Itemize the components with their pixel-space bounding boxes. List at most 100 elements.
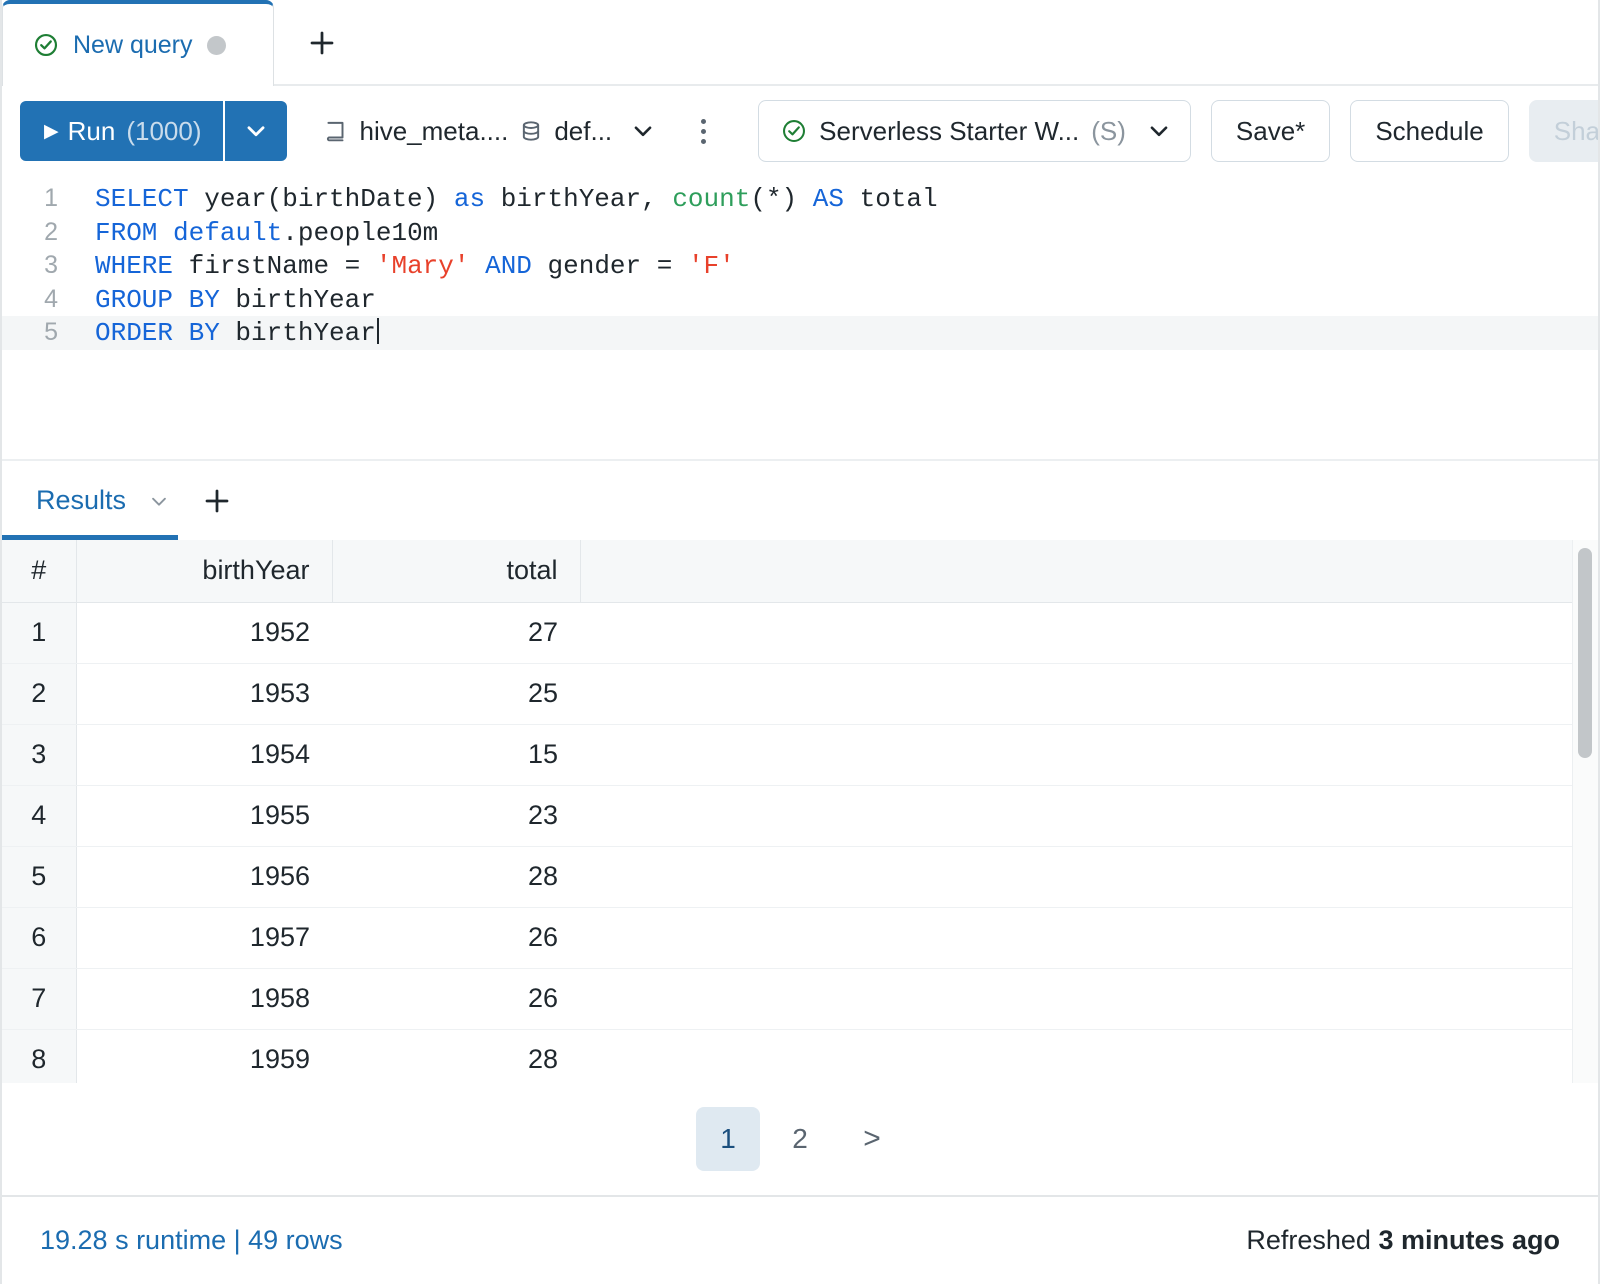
cell-total: 26 — [332, 968, 580, 1029]
cell-total: 28 — [332, 1029, 580, 1083]
catalog-name: hive_meta.... — [359, 116, 508, 147]
query-toolbar: ▶ Run (1000) hive_meta.... def... — [2, 86, 1598, 176]
code-text: SELECT year(birthDate) as birthYear, cou… — [62, 183, 938, 217]
chevron-down-icon — [630, 118, 656, 144]
table-row[interactable]: 5 1956 28 — [2, 846, 1574, 907]
unsaved-indicator-dot — [207, 36, 226, 55]
cell-birthyear: 1958 — [76, 968, 332, 1029]
sql-editor-window: New query ▶ Run (1000) — [0, 0, 1600, 1284]
table-header-row: # birthYear total — [2, 540, 1574, 602]
runtime-status[interactable]: 19.28 s runtime | 49 rows — [40, 1225, 343, 1256]
column-header-birthyear[interactable]: birthYear — [76, 540, 332, 602]
row-index: 2 — [2, 663, 76, 724]
catalog-schema-selector[interactable]: hive_meta.... def... — [301, 101, 670, 161]
cell-total: 27 — [332, 602, 580, 663]
query-tab-label: New query — [73, 31, 193, 60]
refreshed-value: 3 minutes ago — [1378, 1225, 1560, 1255]
row-index: 5 — [2, 846, 76, 907]
text-cursor — [377, 318, 379, 344]
cell-birthyear: 1953 — [76, 663, 332, 724]
cell-filler — [580, 785, 1574, 846]
run-button-group: ▶ Run (1000) — [20, 101, 287, 161]
column-header-total[interactable]: total — [332, 540, 580, 602]
table-row[interactable]: 2 1953 25 — [2, 663, 1574, 724]
column-header-index[interactable]: # — [2, 540, 76, 602]
cell-filler — [580, 1029, 1574, 1083]
results-pagination: 1 2 > — [2, 1083, 1598, 1195]
more-vertical-icon — [701, 119, 706, 144]
warehouse-size: (S) — [1091, 116, 1126, 147]
run-row-limit: (1000) — [126, 116, 201, 147]
table-row[interactable]: 1 1952 27 — [2, 602, 1574, 663]
table-row[interactable]: 3 1954 15 — [2, 724, 1574, 785]
cell-filler — [580, 846, 1574, 907]
line-number: 5 — [2, 316, 62, 350]
line-number: 2 — [2, 216, 62, 250]
cell-total: 28 — [332, 846, 580, 907]
warehouse-selector[interactable]: Serverless Starter W... (S) — [758, 100, 1191, 162]
column-header-filler — [580, 540, 1574, 602]
cell-filler — [580, 724, 1574, 785]
cell-birthyear: 1955 — [76, 785, 332, 846]
share-button: Share — [1529, 100, 1598, 162]
refreshed-status: Refreshed 3 minutes ago — [1246, 1225, 1560, 1256]
code-line: 2 FROM default.people10m — [2, 216, 1598, 250]
page-button-1[interactable]: 1 — [696, 1107, 760, 1171]
query-tab-bar: New query — [2, 0, 1598, 86]
code-line: 4 GROUP BY birthYear — [2, 283, 1598, 317]
refreshed-prefix: Refreshed — [1246, 1225, 1378, 1255]
query-tab-new-query[interactable]: New query — [2, 0, 274, 86]
run-button[interactable]: ▶ Run (1000) — [20, 101, 223, 161]
cell-birthyear: 1952 — [76, 602, 332, 663]
cell-total: 25 — [332, 663, 580, 724]
table-row[interactable]: 8 1959 28 — [2, 1029, 1574, 1083]
cell-filler — [580, 663, 1574, 724]
code-text: ORDER BY birthYear — [62, 317, 379, 351]
new-tab-button[interactable] — [274, 0, 370, 86]
table-row[interactable]: 4 1955 23 — [2, 785, 1574, 846]
line-number: 4 — [2, 283, 62, 317]
row-index: 7 — [2, 968, 76, 1029]
table-row[interactable]: 7 1958 26 — [2, 968, 1574, 1029]
results-table-head: # birthYear total — [2, 540, 1574, 602]
cell-birthyear: 1957 — [76, 907, 332, 968]
plus-icon — [202, 486, 232, 516]
page-button-2[interactable]: 2 — [768, 1107, 832, 1171]
next-page-button[interactable]: > — [840, 1107, 904, 1171]
schema-name: def... — [554, 116, 612, 147]
results-scrollbar-thumb[interactable] — [1578, 548, 1592, 758]
sql-code-editor[interactable]: 1 SELECT year(birthDate) as birthYear, c… — [2, 176, 1598, 459]
run-options-button[interactable] — [225, 101, 287, 161]
results-table: # birthYear total 1 1952 27 2 — [2, 540, 1574, 1083]
code-line: 3 WHERE firstName = 'Mary' AND gender = … — [2, 249, 1598, 283]
warehouse-name: Serverless Starter W... — [819, 116, 1079, 147]
table-row[interactable]: 6 1957 26 — [2, 907, 1574, 968]
save-button[interactable]: Save* — [1211, 100, 1330, 162]
results-grid-area: # birthYear total 1 1952 27 2 — [2, 540, 1598, 1083]
chevron-down-icon — [243, 118, 269, 144]
cell-filler — [580, 968, 1574, 1029]
schedule-button[interactable]: Schedule — [1350, 100, 1508, 162]
cell-filler — [580, 602, 1574, 663]
code-line: 1 SELECT year(birthDate) as birthYear, c… — [2, 182, 1598, 216]
cell-birthyear: 1954 — [76, 724, 332, 785]
cell-filler — [580, 907, 1574, 968]
cell-birthyear: 1956 — [76, 846, 332, 907]
results-table-body: 1 1952 27 2 1953 25 3 1954 15 — [2, 602, 1574, 1083]
tab-results[interactable]: Results — [36, 461, 178, 540]
check-circle-icon — [781, 118, 807, 144]
code-text: FROM default.people10m — [62, 217, 438, 251]
cell-total: 15 — [332, 724, 580, 785]
line-number: 1 — [2, 182, 62, 216]
plus-icon — [307, 28, 337, 58]
add-result-tab-button[interactable] — [178, 461, 256, 540]
database-icon — [518, 118, 544, 144]
more-options-button[interactable] — [676, 101, 730, 161]
row-index: 4 — [2, 785, 76, 846]
results-panel: Results # birthYear total — [2, 459, 1598, 1195]
catalog-book-icon — [323, 118, 349, 144]
code-text: GROUP BY birthYear — [62, 284, 376, 318]
results-tab-label: Results — [36, 485, 126, 516]
line-number: 3 — [2, 249, 62, 283]
row-index: 3 — [2, 724, 76, 785]
